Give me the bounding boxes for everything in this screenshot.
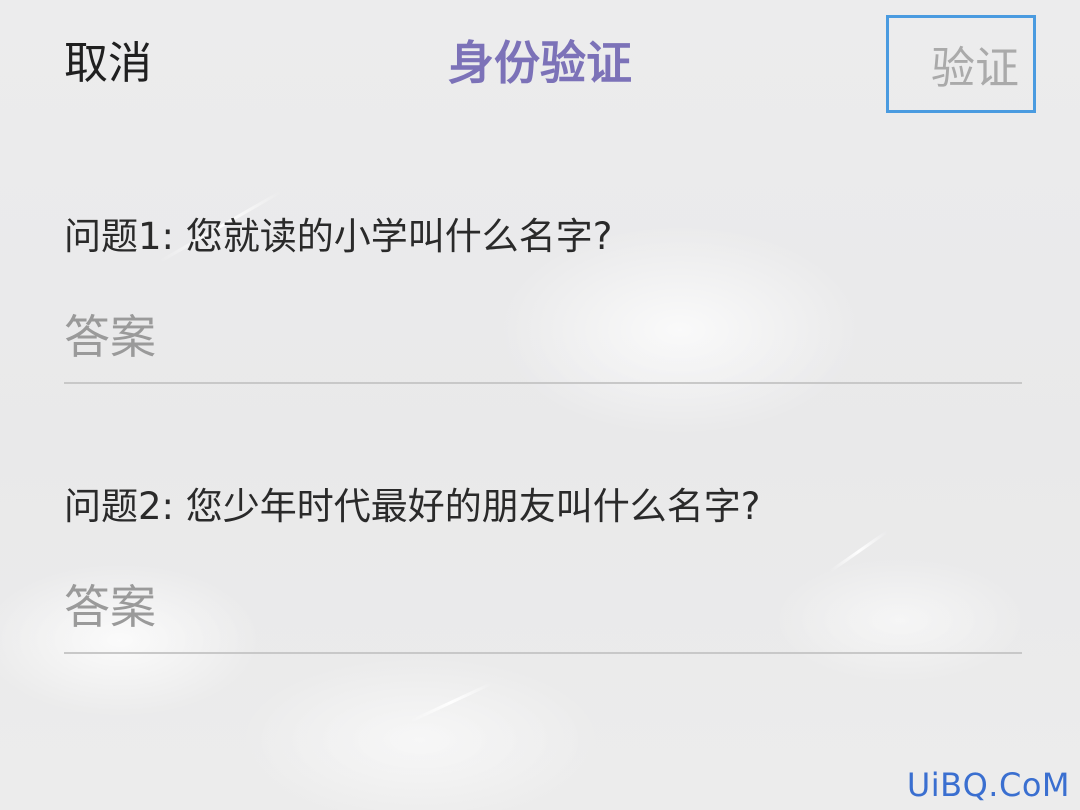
question-1-label: 问题1: 您就读的小学叫什么名字? <box>64 215 613 258</box>
answer-2-input[interactable] <box>64 562 1022 654</box>
top-bar: 取消 身份验证 验证 <box>0 0 1080 130</box>
answer-1-input[interactable] <box>64 292 1022 384</box>
question-2-label: 问题2: 您少年时代最好的朋友叫什么名字? <box>64 485 761 528</box>
verify-button-label: 验证 <box>931 43 1019 94</box>
verify-button[interactable]: 验证 <box>886 15 1036 113</box>
watermark-text: UiBQ.CoM <box>906 766 1070 804</box>
background-streak <box>409 682 493 723</box>
